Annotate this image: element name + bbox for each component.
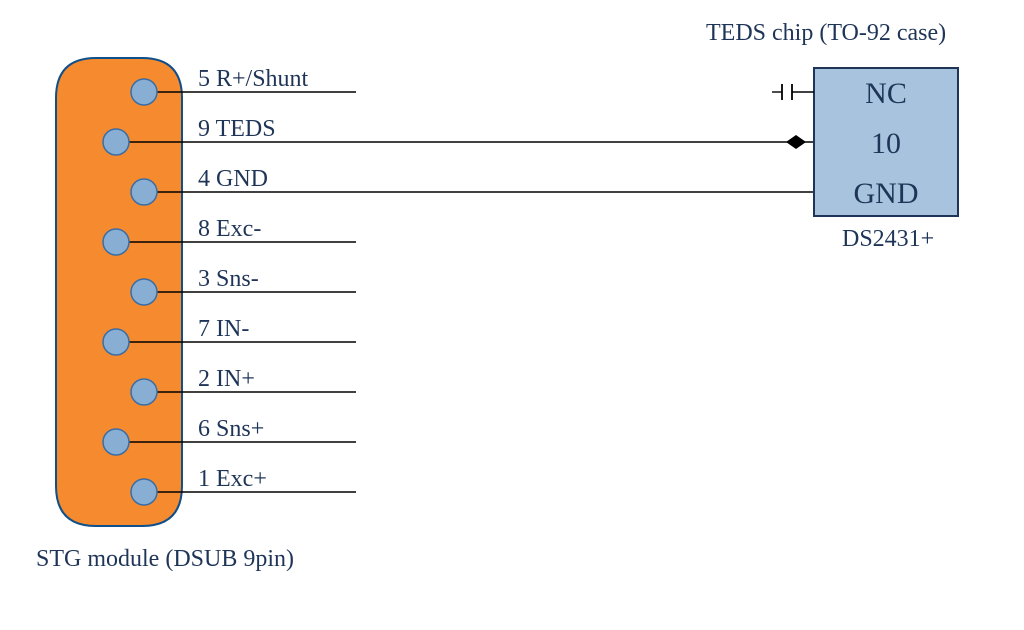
pin-label-6: 6 Sns+ xyxy=(198,416,264,442)
pin-5 xyxy=(131,79,157,105)
pin-label-2: 2 IN+ xyxy=(198,366,255,392)
teds-diamond-marker xyxy=(786,135,806,149)
pin-label-7: 7 IN- xyxy=(198,316,249,342)
pin-label-4: 4 GND xyxy=(198,166,268,192)
pin-label-8: 8 Exc- xyxy=(198,216,261,242)
pin-label-9: 9 TEDS xyxy=(198,116,276,142)
chip-line-1: 10 xyxy=(871,127,901,160)
pin-9 xyxy=(103,129,129,155)
pin-7 xyxy=(103,329,129,355)
pin-label-5: 5 R+/Shunt xyxy=(198,66,309,92)
chip-part-number: DS2431+ xyxy=(842,226,934,252)
pin-8 xyxy=(103,229,129,255)
chip-line-0: NC xyxy=(865,77,907,110)
chip-line-2: GND xyxy=(854,177,919,210)
chip-title: TEDS chip (TO-92 case) xyxy=(706,20,946,46)
pin-4 xyxy=(131,179,157,205)
pin-6 xyxy=(103,429,129,455)
pin-1 xyxy=(131,479,157,505)
pin-2 xyxy=(131,379,157,405)
pin-3 xyxy=(131,279,157,305)
pin-label-1: 1 Exc+ xyxy=(198,466,267,492)
connector-caption: STG module (DSUB 9pin) xyxy=(36,546,294,572)
pin-label-3: 3 Sns- xyxy=(198,266,259,292)
